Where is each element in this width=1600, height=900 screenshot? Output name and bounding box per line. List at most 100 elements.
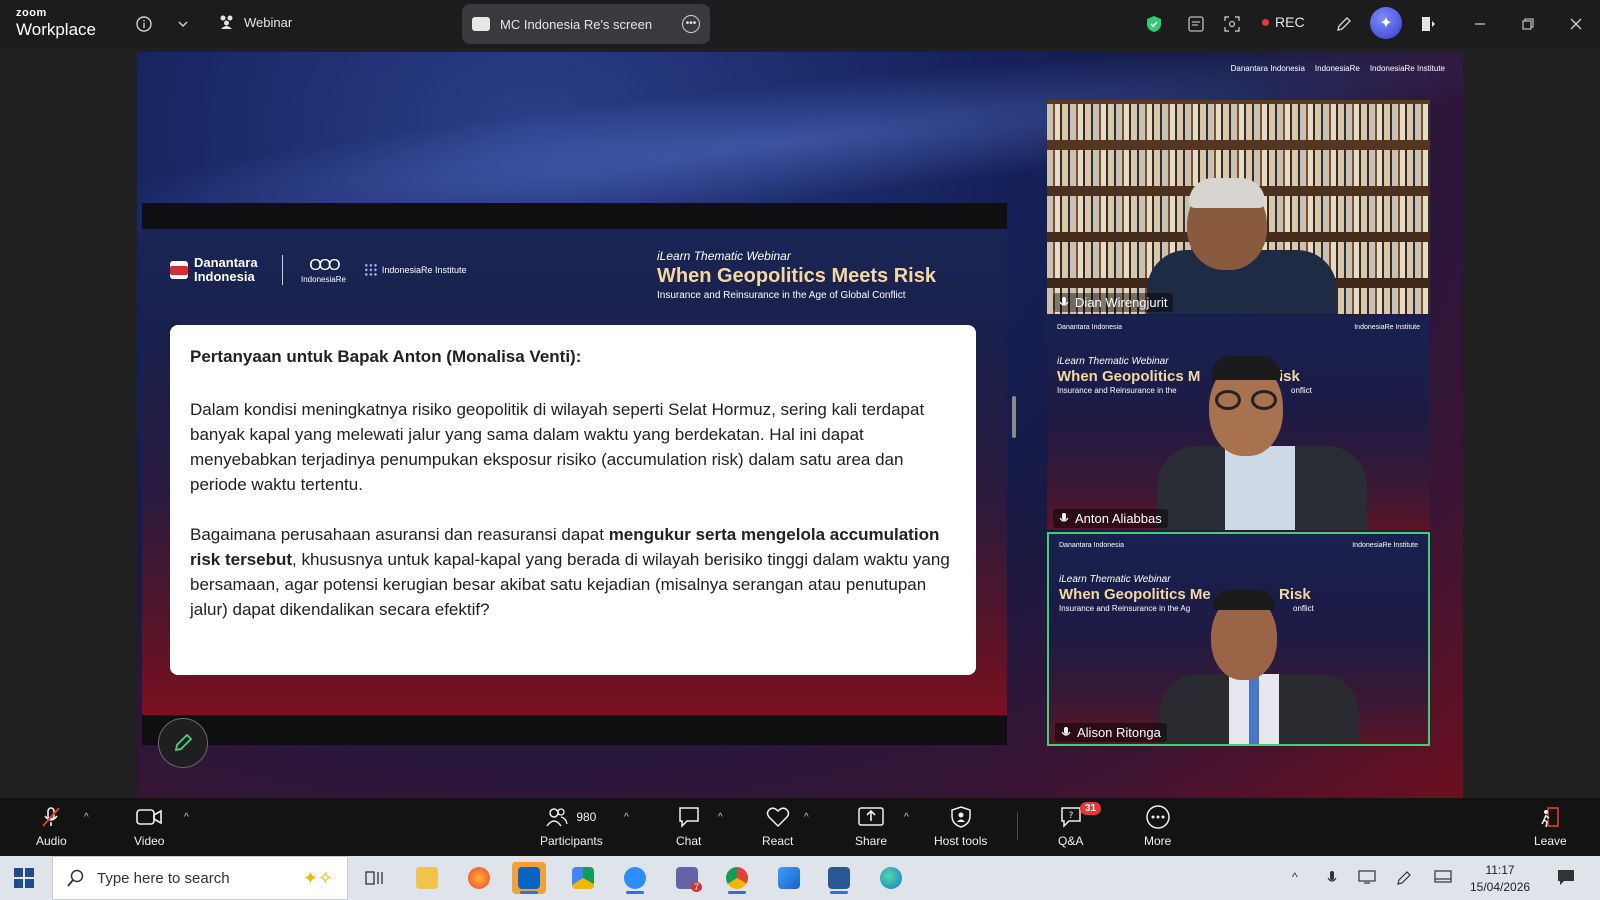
windows-start-icon[interactable] <box>14 868 34 888</box>
chat-caret-icon[interactable]: ^ <box>718 812 723 823</box>
microphone-tray-icon[interactable] <box>1326 870 1338 889</box>
tray-overflow-chevron-icon[interactable]: ^ <box>1292 870 1298 884</box>
video-tile-3-active-speaker[interactable]: Danantara Indonesia IndonesiaRe Institut… <box>1047 532 1430 746</box>
minimize-icon[interactable] <box>1468 12 1492 36</box>
recording-indicator[interactable]: REC <box>1262 14 1305 30</box>
shared-screen-area: Danantara Indonesia IndonesiaRe Indonesi… <box>0 48 1600 798</box>
indonesiare-text: IndonesiaRe <box>301 274 346 284</box>
firefox-icon[interactable] <box>462 862 496 894</box>
taskbar-search-box[interactable]: Type here to search ✦✧ <box>52 856 348 900</box>
outlook-icon[interactable] <box>512 862 546 894</box>
tile-title: When Geopolitics M <box>1057 368 1201 385</box>
corner-logo-institute: IndonesiaRe Institute <box>1369 64 1445 73</box>
taskbar-clock[interactable]: 11:17 15/04/2026 <box>1470 862 1530 896</box>
participants-caret-icon[interactable]: ^ <box>624 812 629 823</box>
presentation-slide: Danantara Indonesia OOO IndonesiaRe Indo… <box>142 203 1007 745</box>
video-options-caret-icon[interactable]: ^ <box>184 812 189 823</box>
chrome-icon[interactable] <box>720 862 754 894</box>
focus-mode-icon[interactable] <box>1220 12 1244 36</box>
edge-icon[interactable] <box>874 862 908 894</box>
zoom-app-icon[interactable] <box>618 862 652 894</box>
restore-icon[interactable] <box>1516 12 1540 36</box>
webinar-mode[interactable]: Webinar <box>218 14 292 30</box>
more-button[interactable]: More <box>1144 805 1171 848</box>
video-tile-1[interactable]: Dian Wirengjurit <box>1047 100 1430 314</box>
zoom-titlebar: zoom Workplace Webinar MC Indonesia Re's… <box>0 0 1600 48</box>
share-caret-icon[interactable]: ^ <box>904 812 909 823</box>
panel-resize-handle[interactable] <box>1012 396 1016 438</box>
pen-tray-icon[interactable] <box>1396 870 1412 889</box>
teams-badge: 7 <box>690 882 702 892</box>
glasses-left <box>1215 390 1241 410</box>
tile-kicker: iLearn Thematic Webinar <box>1059 574 1171 585</box>
participant-nametag: Dian Wirengjurit <box>1053 293 1174 312</box>
teams-icon[interactable]: 7 <box>670 862 704 894</box>
slide-header: iLearn Thematic Webinar When Geopolitics… <box>657 249 936 301</box>
participant-nametag: Alison Ritonga <box>1055 723 1167 742</box>
institute-text: IndonesiaRe Institute <box>381 265 467 275</box>
share-label: MC Indonesia Re's screen <box>500 16 653 32</box>
file-explorer-icon[interactable] <box>410 862 444 894</box>
network-tray-icon[interactable] <box>1358 870 1376 887</box>
participant-name: Anton Aliabbas <box>1075 511 1162 526</box>
bookshelf <box>1047 104 1430 140</box>
react-button[interactable]: React <box>762 806 793 848</box>
task-view-icon[interactable] <box>358 862 392 894</box>
slide-kicker: iLearn Thematic Webinar <box>657 249 791 263</box>
copilot-sparkle-icon: ✦✧ <box>302 867 333 888</box>
leave-button[interactable]: Leave <box>1534 806 1567 848</box>
host-tools-button[interactable]: Host tools <box>934 806 987 848</box>
notifications-icon[interactable] <box>1556 868 1576 889</box>
video-button[interactable]: Video <box>134 806 164 848</box>
shield-security-icon[interactable] <box>1142 12 1166 36</box>
danantara-text: Danantara Indonesia <box>194 255 258 284</box>
slide-subtitle: Insurance and Reinsurance in the Age of … <box>657 290 906 301</box>
google-drive-icon[interactable] <box>566 862 600 894</box>
video-tile-2[interactable]: Danantara Indonesia IndonesiaRe Institut… <box>1047 316 1430 530</box>
word-icon[interactable] <box>822 862 856 894</box>
chat-bubble-icon <box>678 807 699 828</box>
svg-text:?: ? <box>1068 811 1073 821</box>
pencil-annotate-icon[interactable] <box>1332 12 1356 36</box>
display-tray-icon[interactable] <box>1434 870 1452 887</box>
more-options-icon[interactable]: ••• <box>682 15 700 33</box>
annotate-button[interactable] <box>158 718 208 768</box>
participant-name: Alison Ritonga <box>1077 725 1161 740</box>
share-button[interactable]: Share <box>855 806 887 848</box>
search-placeholder: Type here to search <box>97 869 230 887</box>
people-icon <box>220 15 233 29</box>
chevron-down-icon[interactable] <box>171 12 195 36</box>
tile-logo-right: IndonesiaRe Institute <box>1352 542 1418 549</box>
para2-post: , khususnya untuk kapal-kapal yang berad… <box>190 550 950 619</box>
windows-taskbar: Type here to search ✦✧ 7 ^ 11:17 15/04/2… <box>0 856 1600 900</box>
participant-name: Dian Wirengjurit <box>1075 295 1168 310</box>
heart-icon <box>766 807 789 828</box>
close-icon[interactable] <box>1564 12 1588 36</box>
more-dots-icon <box>1145 805 1170 829</box>
danantara-mark-icon <box>170 261 188 279</box>
apps-panel-icon[interactable] <box>1416 12 1440 36</box>
tile-title: When Geopolitics Me <box>1059 586 1211 603</box>
react-caret-icon[interactable]: ^ <box>804 812 809 823</box>
indonesiare-logo: OOO IndonesiaRe <box>301 257 346 284</box>
photos-icon[interactable] <box>772 862 806 894</box>
tile-subtitle-tail: onflict <box>1293 604 1314 613</box>
slide-title: When Geopolitics Meets Risk <box>657 265 936 287</box>
pencil-icon <box>174 733 193 752</box>
audio-label: Audio <box>36 834 67 848</box>
logo-line2: Workplace <box>16 20 96 39</box>
audio-options-caret-icon[interactable]: ^ <box>84 812 89 823</box>
rec-label: REC <box>1275 14 1305 30</box>
question-title: Pertanyaan untuk Bapak Anton (Monalisa V… <box>190 347 582 366</box>
qa-label: Q&A <box>1058 834 1084 848</box>
info-icon[interactable] <box>132 12 156 36</box>
chat-button[interactable]: Chat <box>676 806 701 848</box>
glasses-right <box>1251 390 1277 410</box>
audio-button[interactable]: Audio <box>36 806 67 848</box>
qa-button[interactable]: ? Q&A <box>1058 806 1083 848</box>
participants-button[interactable]: 980 Participants <box>540 806 603 848</box>
captions-icon[interactable] <box>1184 12 1208 36</box>
share-label: Share <box>855 834 888 848</box>
screen-share-indicator[interactable]: MC Indonesia Re's screen ••• <box>462 4 710 44</box>
ai-companion-icon[interactable]: ✦ <box>1370 7 1402 39</box>
